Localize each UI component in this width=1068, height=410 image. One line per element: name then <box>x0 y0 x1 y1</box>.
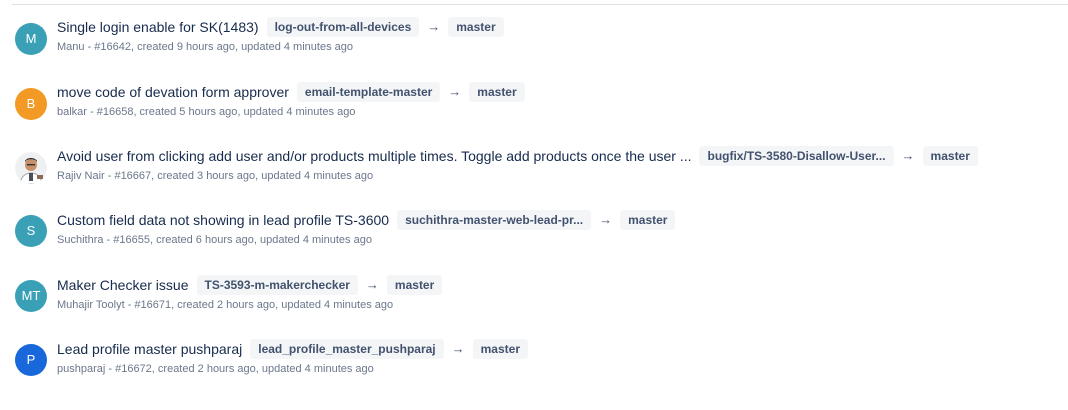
pull-request-title[interactable]: Avoid user from clicking add user and/or… <box>57 148 691 164</box>
target-branch-badge[interactable]: master <box>386 275 443 295</box>
arrow-right-icon: → <box>448 84 462 99</box>
pull-request-row[interactable]: P Lead profile master pushparaj lead_pro… <box>0 329 1068 389</box>
pull-request-title[interactable]: Lead profile master pushparaj <box>57 341 242 357</box>
arrow-right-icon: → <box>365 277 379 292</box>
pull-request-meta: Rajiv Nair - #16667, created 3 hours ago… <box>57 170 374 182</box>
pull-request-row[interactable]: M Single login enable for SK(1483) log-o… <box>0 7 1068 67</box>
target-branch-badge[interactable]: master <box>469 82 525 102</box>
avatar[interactable] <box>15 152 47 184</box>
target-branch-badge[interactable]: master <box>472 339 528 359</box>
pull-request-title[interactable]: move code of devation form approver <box>57 84 289 100</box>
pull-request-row[interactable]: S Custom field data not showing in lead … <box>0 200 1068 260</box>
pull-request-row[interactable]: B move code of devation form approver em… <box>0 72 1068 132</box>
source-branch-badge[interactable]: email-template-master <box>296 82 441 102</box>
avatar[interactable]: S <box>15 215 47 247</box>
pull-request-row[interactable]: MT Maker Checker issue TS-3593-m-makerch… <box>0 265 1068 325</box>
avatar[interactable]: B <box>15 88 47 120</box>
source-branch-badge[interactable]: lead_profile_master_pushparaj <box>250 339 444 359</box>
arrow-right-icon: → <box>427 19 441 34</box>
source-branch-badge[interactable]: suchithra-master-web-lead-pr... <box>397 210 592 230</box>
top-divider <box>12 4 1068 5</box>
target-branch-badge[interactable]: master <box>448 17 504 37</box>
target-branch-badge[interactable]: master <box>922 146 978 166</box>
avatar[interactable]: P <box>15 344 47 376</box>
pull-request-meta: Suchithra - #16655, created 6 hours ago,… <box>57 234 372 246</box>
source-branch-badge[interactable]: TS-3593-m-makerchecker <box>196 275 358 295</box>
source-branch-badge[interactable]: log-out-from-all-devices <box>266 17 420 37</box>
pull-request-title[interactable]: Single login enable for SK(1483) <box>57 19 259 35</box>
pull-request-title[interactable]: Custom field data not showing in lead pr… <box>57 212 389 228</box>
target-branch-badge[interactable]: master <box>620 210 676 230</box>
pull-request-row[interactable]: Avoid user from clicking add user and/or… <box>0 136 1068 196</box>
arrow-right-icon: → <box>599 212 613 227</box>
arrow-right-icon: → <box>901 148 915 163</box>
pull-request-meta: Manu - #16642, created 9 hours ago, upda… <box>57 41 353 53</box>
pull-request-meta: Muhajir Toolyt - #16671, created 2 hours… <box>57 299 394 311</box>
pull-request-meta: balkar - #16658, created 5 hours ago, up… <box>57 106 356 118</box>
avatar[interactable]: MT <box>15 280 47 312</box>
avatar[interactable]: M <box>15 23 47 55</box>
source-branch-badge[interactable]: bugfix/TS-3580-Disallow-User... <box>699 146 894 166</box>
arrow-right-icon: → <box>451 341 465 356</box>
pull-request-meta: pushparaj - #16672, created 2 hours ago,… <box>57 363 374 375</box>
pull-request-title[interactable]: Maker Checker issue <box>57 277 189 293</box>
user-photo-icon <box>15 152 47 184</box>
